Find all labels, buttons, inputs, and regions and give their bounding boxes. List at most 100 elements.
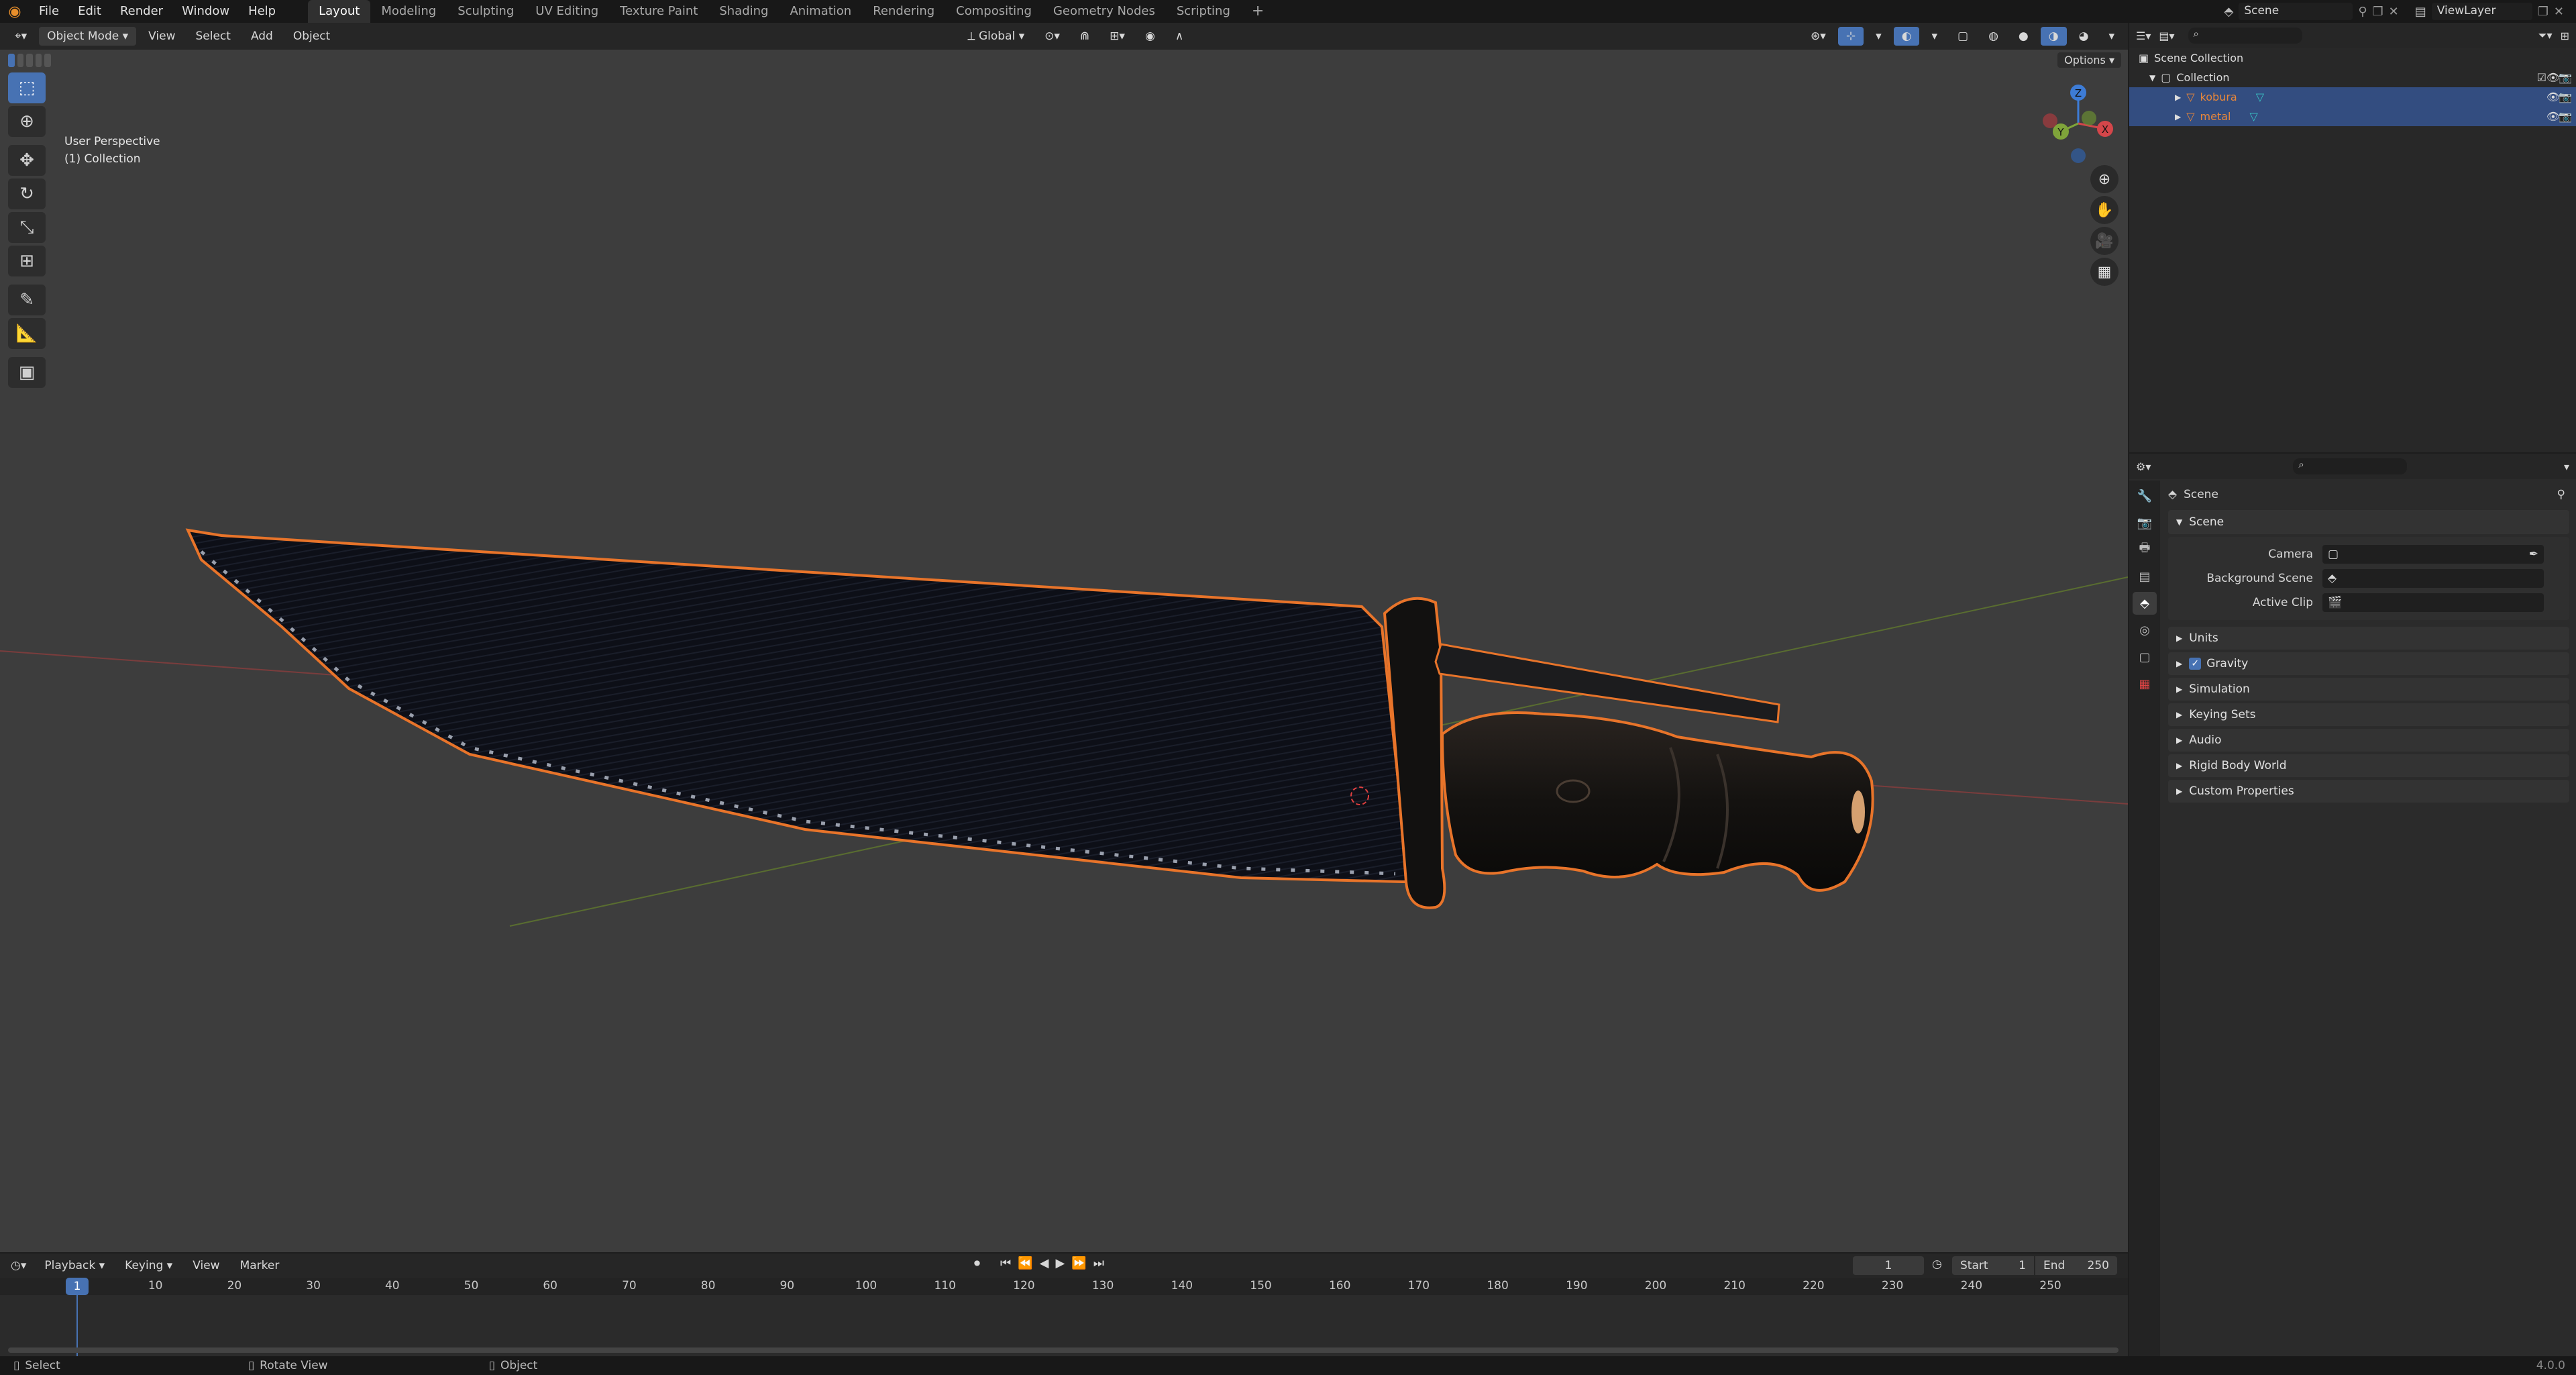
texture-tab-icon[interactable]: ▦	[2133, 672, 2157, 695]
pin-icon[interactable]: ⚲	[2358, 5, 2367, 19]
new-collection-icon[interactable]: ⊞	[2561, 30, 2569, 42]
copy-icon[interactable]: ❐	[2538, 5, 2548, 19]
camera-icon[interactable]: 📷	[2559, 110, 2572, 123]
pin-icon[interactable]: ⚲	[2557, 488, 2565, 501]
scene-name-field[interactable]: Scene	[2239, 3, 2353, 20]
select-extend-icon[interactable]	[17, 54, 24, 67]
tool-tab-icon[interactable]: 🔧	[2133, 485, 2157, 507]
panel-rigid-body-world[interactable]: ▶ Rigid Body World	[2168, 754, 2569, 777]
panel-keying-sets[interactable]: ▶ Keying Sets	[2168, 703, 2569, 726]
expand-icon[interactable]: ▼	[2149, 73, 2155, 83]
camera-view-icon[interactable]: 🎥	[2090, 227, 2118, 255]
expand-icon[interactable]: ▶	[2175, 112, 2181, 121]
world-tab-icon[interactable]: ◎	[2133, 619, 2157, 642]
mesh-data-icon[interactable]: ▽	[2250, 110, 2258, 123]
editor-type-icon[interactable]: ☰▾	[2136, 30, 2151, 42]
record-icon[interactable]: ⏺	[974, 1256, 980, 1270]
shading-solid-icon[interactable]: ●	[2010, 27, 2037, 46]
select-invert-icon[interactable]	[35, 54, 42, 67]
output-tab-icon[interactable]: 🖶	[2133, 538, 2157, 561]
falloff-icon[interactable]: ∧	[1167, 27, 1191, 46]
panel-gravity[interactable]: ▶ ✓ Gravity	[2168, 652, 2569, 675]
panel-simulation[interactable]: ▶ Simulation	[2168, 678, 2569, 701]
zoom-icon[interactable]: ⊕	[2090, 165, 2118, 193]
menu-object[interactable]: Object	[285, 27, 338, 46]
xray-icon[interactable]: ▢	[1949, 27, 1976, 46]
menu-add[interactable]: Add	[243, 27, 281, 46]
outliner-row-metal[interactable]: ▶ ▽ metal ▽ 👁 📷	[2129, 107, 2576, 126]
tab-animation[interactable]: Animation	[779, 0, 862, 23]
camera-icon[interactable]: 📷	[2559, 91, 2572, 103]
sheath-object[interactable]	[185, 528, 1411, 883]
navigation-gizmo[interactable]: Z Y X	[2043, 85, 2113, 163]
copy-icon[interactable]: ❐	[2373, 5, 2383, 19]
filter-icon[interactable]: ⏷▾	[2538, 29, 2553, 42]
blade-spine[interactable]	[1434, 643, 1780, 723]
tab-sculpting[interactable]: Sculpting	[447, 0, 525, 23]
rotate-tool-icon[interactable]: ↻	[8, 179, 46, 209]
editor-type-icon[interactable]: ◷▾	[11, 1259, 26, 1272]
options-dropdown-icon[interactable]: ▾	[2564, 460, 2569, 473]
collection-tab-icon[interactable]: ▢	[2133, 646, 2157, 668]
play-icon[interactable]: ▶	[1055, 1256, 1065, 1270]
tab-layout[interactable]: Layout	[308, 0, 371, 23]
menu-view[interactable]: View	[140, 27, 183, 46]
select-new-icon[interactable]	[8, 54, 15, 67]
prev-keyframe-icon[interactable]: ⏪	[1018, 1256, 1032, 1270]
jump-start-icon[interactable]: ⏮	[1000, 1256, 1011, 1270]
gizmo-toggle-icon[interactable]: ⊹	[1837, 27, 1864, 46]
annotate-tool-icon[interactable]: ✎	[8, 285, 46, 315]
snap-target-icon[interactable]: ⊞▾	[1102, 27, 1133, 46]
close-icon[interactable]: ✕	[2389, 5, 2399, 19]
shading-dropdown-icon[interactable]: ▾	[2100, 27, 2123, 46]
measure-tool-icon[interactable]: 📐	[8, 318, 46, 349]
shading-wireframe-icon[interactable]: ◍	[1980, 27, 2006, 46]
timeline-ruler[interactable]: 1 10 20 30 40 50 60 70 80 90 100 110 120 130 140 150 16…	[0, 1278, 2128, 1356]
transform-orientation-dropdown[interactable]: ⟂ Global ▾	[959, 27, 1032, 46]
transform-tool-icon[interactable]: ⊞	[8, 246, 46, 276]
menu-edit[interactable]: Edit	[68, 0, 111, 23]
camera-icon[interactable]: 📷	[2559, 71, 2572, 84]
pan-hand-icon[interactable]: ✋	[2090, 196, 2118, 224]
keying-menu[interactable]: Keying ▾	[117, 1256, 180, 1275]
eyedropper-icon[interactable]: ✒	[2529, 548, 2538, 561]
ortho-grid-icon[interactable]: ▦	[2090, 258, 2118, 286]
camera-field[interactable]: ▢ ✒	[2322, 545, 2544, 564]
add-workspace-icon[interactable]: +	[1241, 0, 1275, 23]
proportional-edit-icon[interactable]: ◉	[1137, 27, 1163, 46]
tab-shading[interactable]: Shading	[708, 0, 779, 23]
outliner-row-scene-collection[interactable]: ▣ Scene Collection	[2129, 48, 2576, 68]
tab-compositing[interactable]: Compositing	[945, 0, 1042, 23]
background-scene-field[interactable]: ⬘	[2322, 569, 2544, 588]
view-layer-field[interactable]: ViewLayer	[2431, 3, 2532, 20]
panel-scene-header[interactable]: ▼ Scene	[2168, 510, 2569, 534]
menu-help[interactable]: Help	[239, 0, 285, 23]
outliner-row-collection[interactable]: ▼ ▢ Collection ☑ 👁 📷	[2129, 68, 2576, 87]
options-dropdown[interactable]: Options ▾	[2057, 52, 2121, 68]
snap-icon[interactable]: ⋒	[1072, 27, 1097, 46]
tab-modeling[interactable]: Modeling	[370, 0, 447, 23]
outliner-search-input[interactable]: ⌕	[2188, 28, 2302, 44]
clock-icon[interactable]: ◷	[1932, 1258, 1942, 1271]
select-intersect-icon[interactable]	[44, 54, 51, 67]
scene-selector[interactable]: ⬘ Scene ⚲ ❐ ✕	[2224, 3, 2399, 20]
pivot-icon[interactable]: ⊙▾	[1036, 27, 1068, 46]
marker-menu[interactable]: Marker	[232, 1256, 288, 1275]
expand-icon[interactable]: ▶	[2175, 93, 2181, 102]
tab-rendering[interactable]: Rendering	[862, 0, 945, 23]
panel-units[interactable]: ▶ Units	[2168, 627, 2569, 650]
play-reverse-icon[interactable]: ◀	[1040, 1256, 1049, 1270]
render-tab-icon[interactable]: 📷	[2133, 511, 2157, 534]
move-tool-icon[interactable]: ✥	[8, 145, 46, 176]
tab-uv-editing[interactable]: UV Editing	[525, 0, 609, 23]
properties-search-input[interactable]: ⌕	[2293, 458, 2408, 474]
overlay-dropdown-icon[interactable]: ▾	[1923, 27, 1945, 46]
select-subtract-icon[interactable]	[26, 54, 33, 67]
shading-rendered-icon[interactable]: ◕	[2071, 27, 2097, 46]
mesh-data-icon[interactable]: ▽	[2256, 91, 2264, 103]
gravity-checkbox[interactable]: ✓	[2189, 658, 2202, 670]
jump-end-icon[interactable]: ⏭	[1093, 1256, 1104, 1270]
next-keyframe-icon[interactable]: ⏩	[1071, 1256, 1086, 1270]
scale-tool-icon[interactable]: ⤡	[8, 212, 46, 243]
eye-icon[interactable]: 👁	[2546, 71, 2560, 84]
